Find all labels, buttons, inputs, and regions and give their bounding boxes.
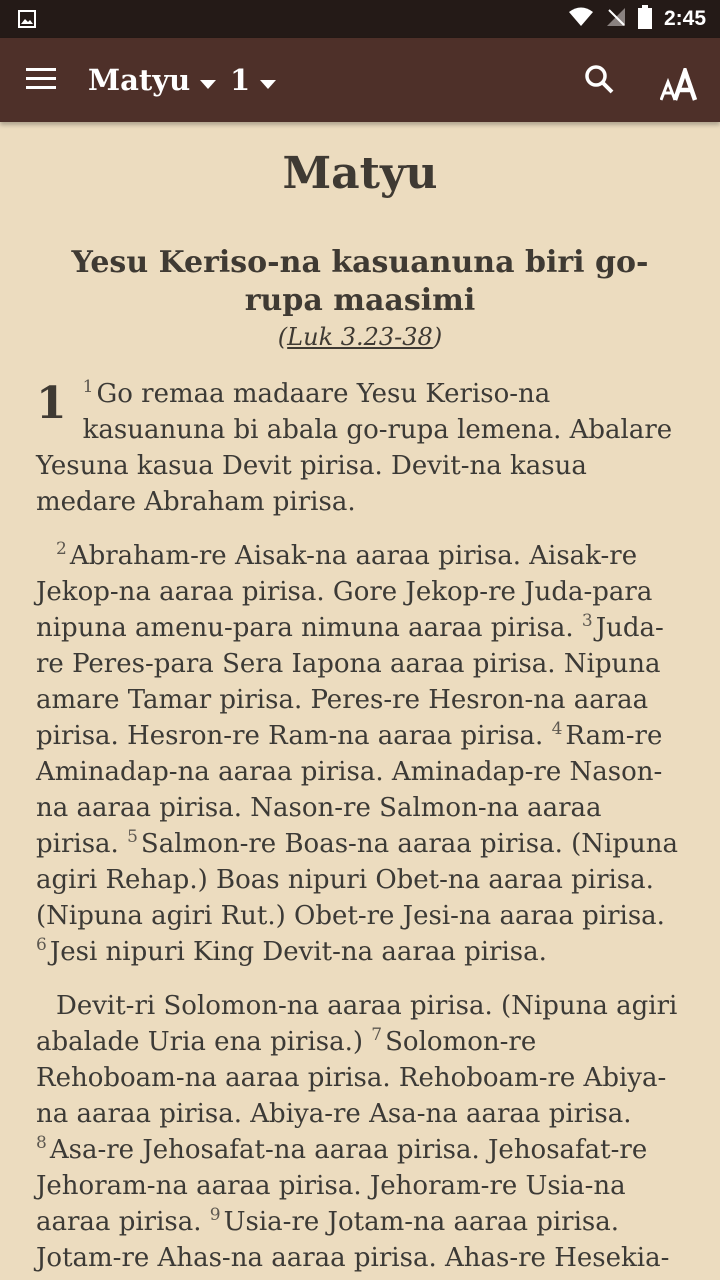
dropdown-arrow-icon — [200, 63, 217, 97]
section-heading: Yesu Keriso-na kasuanuna biri go-rupa ma… — [71, 245, 649, 318]
verse-number: 2 — [56, 539, 67, 560]
search-icon[interactable] — [584, 64, 614, 98]
verse-text[interactable]: Abraham-re Aisak-na aaraa pirisa. Aisak-… — [36, 541, 652, 643]
status-time: 2:45 — [663, 7, 706, 30]
hamburger-menu-icon[interactable] — [26, 68, 56, 94]
verse-paragraph: 1 1 Go remaa madaare Yesu Keriso-na kasua… — [36, 376, 684, 520]
verse-text[interactable]: Jesi nipuri King Devit-na aaraa pirisa. — [50, 937, 547, 967]
verse-text[interactable]: Devit-ri Solomon-na aaraa pirisa. (Nipun… — [36, 991, 677, 1057]
verse-number: 1 — [82, 377, 94, 398]
verse-number: 9 — [209, 1205, 221, 1226]
image-notification-icon — [18, 10, 36, 33]
book-selector[interactable]: Matyu — [88, 58, 217, 102]
verse-number: 3 — [581, 611, 593, 632]
verse-number: 6 — [36, 935, 47, 956]
verse-paragraph: 2 Abraham-re Aisak-na aaraa pirisa. Aisak… — [36, 538, 684, 970]
status-icons: 2:45 — [568, 0, 706, 38]
verse-text[interactable]: Go remaa madaare Yesu Keriso-na kasuanun… — [36, 379, 672, 517]
book-title: Matyu — [282, 148, 438, 199]
app-toolbar: Matyu 1 — [0, 38, 720, 122]
verse-number: 4 — [551, 719, 563, 740]
cross-reference: (Luk 3.23-38) — [277, 323, 443, 351]
wifi-icon — [568, 7, 594, 32]
text-size-icon[interactable] — [660, 58, 698, 102]
book-selector-label: Matyu — [88, 63, 191, 97]
cross-reference-link[interactable]: Luk 3.23-38 — [287, 323, 433, 351]
verse-number: 8 — [36, 1133, 47, 1154]
chapter-selector-label: 1 — [230, 63, 251, 97]
dropdown-arrow-icon — [260, 63, 277, 97]
verse-paragraph: Devit-ri Solomon-na aaraa pirisa. (Nipun… — [36, 988, 684, 1276]
chapter-content: Matyu Yesu Keriso-na kasuanuna biri go-r… — [36, 122, 684, 1276]
no-signal-icon — [606, 7, 626, 32]
battery-icon — [637, 4, 652, 34]
status-bar: 2:45 — [0, 0, 720, 38]
verse-number: 7 — [371, 1025, 383, 1046]
chapter-number: 1 — [36, 378, 67, 429]
chapter-selector[interactable]: 1 — [230, 58, 277, 102]
verse-number: 5 — [127, 827, 138, 848]
